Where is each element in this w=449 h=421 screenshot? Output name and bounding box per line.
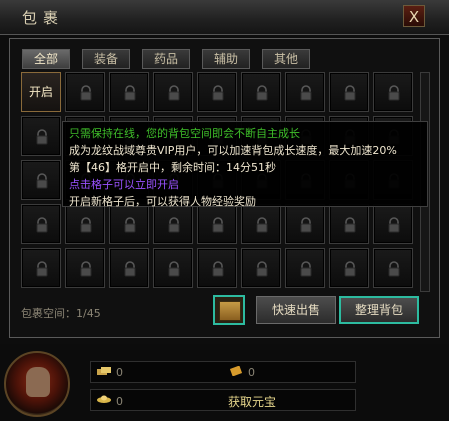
lock-icon xyxy=(212,261,224,277)
lock-icon xyxy=(36,173,48,189)
locked-slot[interactable] xyxy=(21,248,61,288)
gold-row xyxy=(90,361,356,383)
tab-other[interactable]: 其他 xyxy=(262,49,310,69)
lock-icon xyxy=(168,217,180,233)
sort-bag-button[interactable]: 整理背包 xyxy=(339,296,419,324)
lock-icon xyxy=(212,217,224,233)
tab-auxiliary[interactable]: 辅助 xyxy=(202,49,250,69)
locked-slot[interactable] xyxy=(109,204,149,244)
locked-slot[interactable] xyxy=(285,72,325,112)
lock-icon xyxy=(36,261,48,277)
gold-coin-icon xyxy=(97,367,111,375)
locked-slot[interactable] xyxy=(197,204,237,244)
open-slot-button[interactable]: 开启 xyxy=(21,72,61,112)
lock-icon xyxy=(168,85,180,101)
bound-gold-value: 0 xyxy=(248,366,255,379)
locked-slot[interactable] xyxy=(21,160,61,200)
quick-sell-button[interactable]: 快速出售 xyxy=(256,296,336,324)
locked-slot[interactable] xyxy=(373,72,413,112)
locked-slot[interactable] xyxy=(65,248,105,288)
lock-icon xyxy=(388,85,400,101)
lock-icon xyxy=(256,261,268,277)
title-bar[interactable]: 包裹 X xyxy=(0,0,449,35)
lock-icon xyxy=(212,85,224,101)
locked-slot[interactable] xyxy=(197,72,237,112)
locked-slot[interactable] xyxy=(241,248,281,288)
lock-icon xyxy=(124,217,136,233)
window-title: 包裹 xyxy=(22,9,65,27)
lock-icon xyxy=(168,261,180,277)
lock-icon xyxy=(124,261,136,277)
lock-icon xyxy=(300,85,312,101)
tab-equipment[interactable]: 装备 xyxy=(82,49,130,69)
tab-medicine[interactable]: 药品 xyxy=(142,49,190,69)
bag-window: 包裹 X 全部 装备 药品 辅助 其他 开启 只需保持在线，您的背包空间即会不断… xyxy=(0,0,449,421)
locked-slot[interactable] xyxy=(65,204,105,244)
bag-lock-icon xyxy=(219,301,241,321)
gold-value: 0 xyxy=(116,366,123,379)
get-yuanbao-link[interactable]: 获取元宝 xyxy=(228,393,276,410)
lock-icon xyxy=(300,261,312,277)
locked-slot[interactable] xyxy=(153,72,193,112)
yuanbao-row xyxy=(90,389,356,411)
tooltip-line: 点击格子可以立即开启 xyxy=(69,178,179,191)
unlock-bag-button[interactable] xyxy=(213,295,245,325)
locked-slot[interactable] xyxy=(21,204,61,244)
locked-slot[interactable] xyxy=(373,204,413,244)
locked-slot[interactable] xyxy=(153,204,193,244)
lock-icon xyxy=(36,129,48,145)
lock-icon xyxy=(80,85,92,101)
tooltip-line: 成为龙纹战域尊贵VIP用户，可以加速背包成长速度，最大加速20% xyxy=(69,144,397,157)
tooltip: 只需保持在线，您的背包空间即会不断自主成长 成为龙纹战域尊贵VIP用户，可以加速… xyxy=(62,121,428,208)
locked-slot[interactable] xyxy=(241,72,281,112)
lock-icon xyxy=(344,217,356,233)
lock-icon xyxy=(388,217,400,233)
lock-icon xyxy=(36,217,48,233)
lock-icon xyxy=(256,85,268,101)
locked-slot[interactable] xyxy=(373,248,413,288)
yuanbao-icon xyxy=(97,395,111,403)
locked-slot[interactable] xyxy=(109,248,149,288)
locked-slot[interactable] xyxy=(285,248,325,288)
lock-icon xyxy=(256,217,268,233)
locked-slot[interactable] xyxy=(197,248,237,288)
lock-icon xyxy=(300,217,312,233)
locked-slot[interactable] xyxy=(329,204,369,244)
locked-slot[interactable] xyxy=(153,248,193,288)
tooltip-line: 只需保持在线，您的背包空间即会不断自主成长 xyxy=(69,127,300,140)
locked-slot[interactable] xyxy=(285,204,325,244)
lock-icon xyxy=(80,261,92,277)
locked-slot[interactable] xyxy=(241,204,281,244)
bound-gold-icon xyxy=(229,366,243,376)
close-button[interactable]: X xyxy=(403,5,425,27)
character-emblem xyxy=(4,351,70,417)
locked-slot[interactable] xyxy=(109,72,149,112)
yuanbao-value: 0 xyxy=(116,395,123,408)
lock-icon xyxy=(388,261,400,277)
character-portrait-icon xyxy=(26,367,50,397)
tooltip-line: 第【46】格开启中，剩余时间：14分51秒 xyxy=(69,161,276,174)
lock-icon xyxy=(344,261,356,277)
locked-slot[interactable] xyxy=(329,72,369,112)
lock-icon xyxy=(124,85,136,101)
locked-slot[interactable] xyxy=(329,248,369,288)
tab-all[interactable]: 全部 xyxy=(22,49,70,69)
locked-slot[interactable] xyxy=(21,116,61,156)
bag-space-label: 包裹空间：1/45 xyxy=(21,307,101,320)
locked-slot[interactable] xyxy=(65,72,105,112)
lock-icon xyxy=(80,217,92,233)
lock-icon xyxy=(344,85,356,101)
tooltip-line: 开启新格子后，可以获得人物经验奖励 xyxy=(69,195,256,208)
